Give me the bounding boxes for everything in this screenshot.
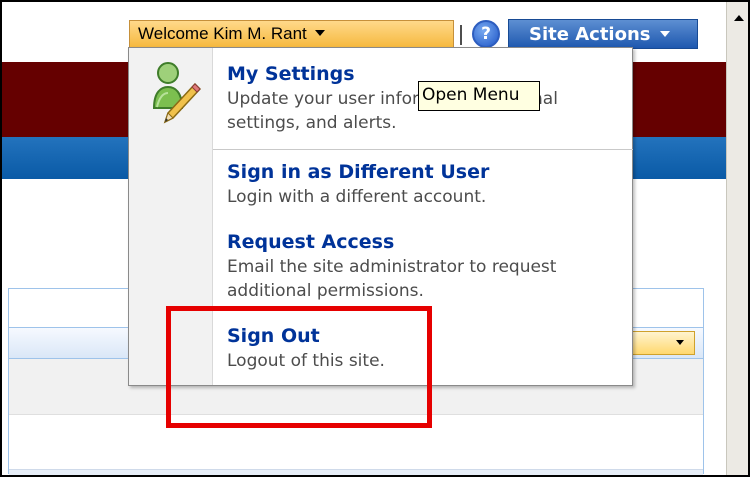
sign-out-highlight-box (166, 306, 432, 428)
menu-item-description: Login with a different account. (227, 187, 487, 207)
site-actions-button[interactable]: Site Actions (508, 19, 698, 49)
chevron-down-icon (676, 340, 684, 345)
welcome-menu-button[interactable]: Welcome Kim M. Rant (129, 20, 454, 48)
web-part-menu-button[interactable] (629, 331, 695, 355)
menu-item-sign-in-as-different-user[interactable]: Sign in as Different User Login with a d… (227, 160, 622, 209)
site-actions-label: Site Actions (529, 24, 651, 45)
user-pencil-icon (152, 62, 201, 124)
vertical-scrollbar[interactable] (726, 2, 748, 475)
menu-divider (213, 149, 633, 150)
arrow-up-icon (734, 15, 744, 21)
toolbar-separator (460, 25, 462, 45)
menu-item-title: Request Access (227, 231, 395, 253)
menu-item-title: Sign in as Different User (227, 161, 490, 183)
menu-item-description: Email the site administrator to request … (227, 257, 557, 301)
chevron-down-icon (314, 30, 325, 36)
scroll-up-button[interactable] (729, 5, 747, 35)
welcome-label: Welcome Kim M. Rant (138, 24, 307, 43)
help-icon[interactable]: ? (472, 20, 500, 48)
open-menu-tooltip: Open Menu (418, 81, 540, 111)
menu-item-request-access[interactable]: Request Access Email the site administra… (227, 230, 622, 303)
web-part-footer-line (9, 469, 703, 475)
chevron-down-icon (660, 31, 671, 37)
